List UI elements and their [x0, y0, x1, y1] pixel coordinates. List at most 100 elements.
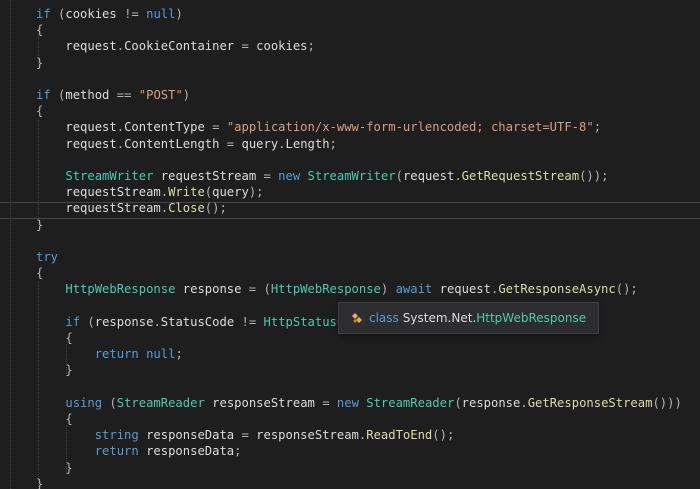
code-token: =	[314, 395, 337, 410]
code-token: }	[36, 55, 44, 70]
code-line[interactable]: {	[0, 411, 700, 427]
code-token: ContentLength	[124, 136, 220, 151]
code-token: ();	[432, 428, 455, 443]
code-line[interactable]: string responseData = responseStream.Rea…	[0, 427, 700, 443]
code-line[interactable]: request.ContentType = "application/x-www…	[0, 119, 700, 135]
code-token: =	[234, 39, 257, 54]
code-token: StatusCode	[160, 314, 235, 329]
code-token: .	[278, 136, 286, 151]
code-token: new	[278, 169, 301, 183]
code-token: Write	[168, 185, 205, 200]
code-token: ();	[204, 201, 227, 216]
code-token: using	[65, 395, 103, 410]
code-token: Close	[168, 201, 205, 216]
code-line[interactable]: StreamWriter requestStream = new StreamW…	[0, 168, 700, 184]
code-line-text: if (method == "POST")	[36, 87, 190, 103]
code-line[interactable]: }	[0, 217, 700, 233]
code-line[interactable]	[0, 71, 700, 87]
code-token: "application/x-www-form-urlencoded; char…	[226, 120, 594, 135]
code-line-text: try	[36, 249, 58, 265]
code-token: responseStream	[256, 428, 359, 443]
code-token: requestStream	[160, 169, 257, 183]
code-line-text: string responseData = responseStream.Rea…	[36, 427, 455, 443]
code-token: requestStream	[65, 201, 161, 216]
code-line-text: request.CookieContainer = cookies;	[36, 38, 315, 54]
code-token: new	[336, 395, 359, 410]
code-line-text: }	[36, 460, 72, 476]
code-line-text: }	[36, 217, 43, 233]
code-line[interactable]: requestStream.Write(query);	[0, 184, 700, 200]
code-line[interactable]	[0, 233, 700, 249]
code-token: request	[65, 120, 117, 135]
code-line-text: {	[36, 103, 43, 119]
code-line[interactable]: }	[0, 55, 700, 71]
code-line[interactable]: {	[0, 22, 700, 38]
code-token: request	[65, 136, 117, 151]
code-token: =	[219, 136, 242, 151]
code-line[interactable]	[0, 152, 700, 168]
code-token: response	[182, 282, 242, 297]
code-token: return	[94, 444, 139, 459]
code-token: ReadToEnd	[366, 428, 433, 443]
code-line[interactable]: {	[0, 103, 700, 119]
code-editor[interactable]: if (cookies != null){ request.CookieCont…	[0, 0, 700, 489]
code-token: request	[439, 282, 491, 297]
code-token: cookies	[65, 7, 117, 21]
code-line[interactable]: requestStream.Close();	[0, 200, 700, 216]
code-token: GetRequestStream	[461, 169, 580, 183]
code-line-text: }	[36, 362, 73, 378]
code-token: if	[36, 88, 51, 102]
code-line[interactable]: }	[0, 476, 700, 489]
code-line-text: }	[36, 476, 43, 489]
code-line[interactable]: }	[0, 362, 700, 378]
code-token: response	[461, 395, 521, 410]
code-token: .	[160, 185, 169, 200]
code-line[interactable]: HttpWebResponse response = (HttpWebRespo…	[0, 281, 700, 297]
code-token: ;	[234, 444, 242, 459]
code-token: =	[204, 120, 227, 135]
class-icon	[349, 310, 365, 326]
code-line[interactable]: using (StreamReader responseStream = new…	[0, 395, 700, 411]
code-line-text: {	[36, 330, 73, 346]
code-token: request	[402, 169, 455, 183]
code-line[interactable]: return responseData;	[0, 443, 700, 459]
code-line[interactable]: }	[0, 460, 700, 476]
code-line[interactable]: try	[0, 249, 700, 265]
code-token: request	[65, 39, 117, 54]
code-line[interactable]: return null;	[0, 346, 700, 362]
code-token: ;	[307, 39, 315, 54]
code-token: {	[36, 331, 73, 345]
code-line[interactable]	[0, 379, 700, 395]
code-token: string	[94, 428, 139, 443]
quickinfo-tooltip: class System.Net. HttpWebResponse	[338, 302, 600, 334]
code-token: if	[65, 314, 81, 329]
code-token: StreamReader	[366, 395, 455, 410]
code-line[interactable]: if (cookies != null)	[0, 6, 700, 22]
code-token: (	[50, 88, 66, 102]
quickinfo-keyword: class	[369, 311, 399, 325]
code-token: StreamWriter	[65, 169, 154, 183]
code-token: (	[454, 395, 462, 410]
code-line[interactable]: {	[0, 265, 700, 281]
code-line[interactable]: request.ContentLength = query.Length;	[0, 136, 700, 152]
code-line-text: using (StreamReader responseStream = new…	[36, 395, 682, 411]
code-token: }	[36, 363, 73, 378]
code-line[interactable]: request.CookieContainer = cookies;	[0, 38, 700, 54]
code-token: query	[241, 136, 279, 151]
code-line[interactable]: if (method == "POST")	[0, 87, 700, 103]
code-token: GetResponseStream	[527, 395, 653, 410]
code-token: requestStream	[65, 185, 161, 200]
code-token: return	[94, 347, 139, 362]
code-line-text: requestStream.Close();	[36, 200, 227, 216]
code-token: .	[454, 169, 462, 183]
code-token: )	[182, 88, 191, 102]
code-token: ()))	[652, 395, 682, 410]
